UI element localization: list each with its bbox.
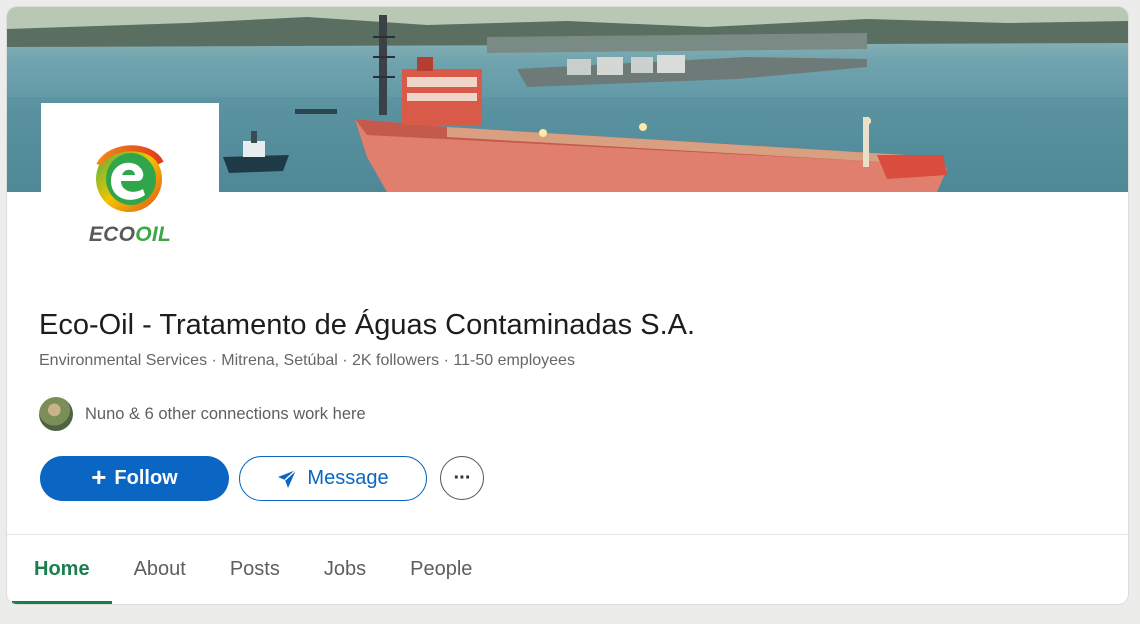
company-logo[interactable]: ECOOIL <box>41 103 219 271</box>
tab-jobs[interactable]: Jobs <box>302 535 388 604</box>
company-meta: Environmental Services · Mitrena, Setúba… <box>39 352 575 369</box>
tab-posts[interactable]: Posts <box>208 535 302 604</box>
tab-label: Posts <box>229 558 280 580</box>
tab-about[interactable]: About <box>112 535 208 604</box>
connections-row[interactable]: Nuno & 6 other connections work here <box>39 397 366 431</box>
more-options-button[interactable]: ··· <box>440 456 484 500</box>
connections-text[interactable]: Nuno & 6 other connections work here <box>85 405 366 424</box>
tab-home[interactable]: Home <box>7 535 112 604</box>
eco-oil-logo-e-icon <box>96 145 164 212</box>
follow-button[interactable]: + Follow <box>40 456 229 501</box>
avatar[interactable] <box>39 397 73 431</box>
plus-icon: + <box>91 462 107 492</box>
logo-wordmark: ECOOIL <box>88 223 172 246</box>
send-arrow-icon <box>278 468 297 488</box>
page-tabs: Home About Posts Jobs People <box>7 535 494 604</box>
tab-label: About <box>133 558 186 580</box>
tab-label: Home <box>34 558 90 580</box>
tab-people[interactable]: People <box>388 535 494 604</box>
company-name: Eco-Oil - Tratamento de Águas Contaminad… <box>39 309 696 341</box>
message-label: Message <box>307 467 389 489</box>
company-page-card: ECOOIL Eco-Oil - Tratamento de Águas Con… <box>7 7 1128 604</box>
more-options-icon: ··· <box>453 466 472 489</box>
message-button[interactable]: Message <box>239 456 427 501</box>
tab-label: Jobs <box>323 558 367 580</box>
follow-label: Follow <box>114 467 178 489</box>
tab-label: People <box>410 558 473 580</box>
